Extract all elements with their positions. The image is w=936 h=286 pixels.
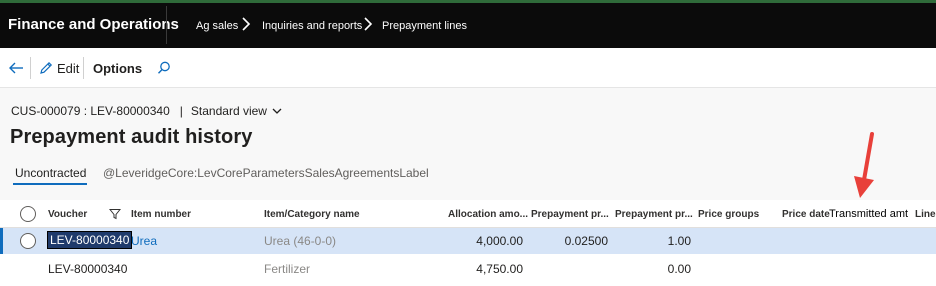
breadcrumb-inquiries-and-reports[interactable]: Inquiries and reports — [262, 20, 362, 32]
app-title[interactable]: Finance and Operations — [8, 16, 179, 33]
edit-label: Edit — [57, 60, 80, 76]
caption-divider: | — [179, 104, 183, 118]
prepayment-price-1-cell: 0.02500 — [564, 234, 608, 248]
table-row[interactable]: LEV-80000340 Urea Urea (46-0-0) 4,000.00… — [0, 228, 936, 254]
column-header-voucher[interactable]: Voucher — [48, 209, 87, 220]
breadcrumb-ag-sales[interactable]: Ag sales — [196, 20, 238, 32]
voucher-value: LEV-80000340 — [46, 231, 133, 249]
prepayment-grid: Voucher Item number Item/Category name A… — [0, 200, 936, 286]
allocation-amount-cell: 4,000.00 — [476, 234, 523, 248]
item-name-cell: Urea (46-0-0) — [264, 234, 337, 248]
chevron-right-icon — [242, 17, 251, 31]
column-header-item-number[interactable]: Item number — [131, 209, 191, 220]
column-header-item-name[interactable]: Item/Category name — [264, 209, 360, 220]
column-header-prepayment-price-2[interactable]: Prepayment pr... — [615, 209, 693, 220]
action-separator — [30, 57, 31, 79]
table-row[interactable]: LEV-80000340 Fertilizer 4,750.00 0.00 — [0, 256, 936, 282]
topbar-divider — [166, 6, 167, 44]
back-arrow-icon — [9, 62, 23, 74]
column-header-prepayment-price-1[interactable]: Prepayment pr... — [531, 209, 609, 220]
tab-uncontracted[interactable]: Uncontracted — [15, 166, 86, 180]
filter-icon[interactable] — [109, 208, 121, 220]
record-caption-row: CUS-000079 : LEV-80000340 | Standard vie… — [11, 104, 283, 118]
action-separator — [83, 57, 84, 79]
item-name-cell: Fertilizer — [264, 262, 311, 276]
column-header-price-groups[interactable]: Price groups — [698, 209, 759, 220]
breadcrumb-prepayment-lines[interactable]: Prepayment lines — [382, 20, 467, 32]
item-number-link[interactable]: Urea — [131, 234, 157, 248]
prepayment-price-2-cell: 1.00 — [667, 234, 691, 248]
annotation-arrow-icon — [854, 132, 874, 198]
column-header-allocation-amount[interactable]: Allocation amo... — [448, 209, 528, 220]
voucher-cell[interactable]: LEV-80000340 — [48, 262, 127, 276]
options-button[interactable]: Options — [93, 59, 142, 77]
top-navigation-bar: Finance and Operations Ag sales Inquirie… — [0, 0, 936, 48]
edit-button[interactable]: Edit — [38, 59, 79, 77]
select-all-radio[interactable] — [20, 206, 36, 222]
action-bar: Edit Options — [0, 48, 936, 88]
active-tab-indicator — [13, 183, 87, 185]
pencil-icon — [40, 61, 53, 74]
voucher-cell[interactable]: LEV-80000340 — [46, 231, 133, 249]
record-caption: CUS-000079 : LEV-80000340 — [11, 104, 170, 118]
view-selector-label: Standard view — [190, 104, 267, 118]
tab-sales-agreements[interactable]: @LeveridgeCore:LevCoreParametersSalesAgr… — [103, 166, 429, 180]
search-icon — [157, 61, 170, 74]
allocation-amount-cell: 4,750.00 — [476, 262, 523, 276]
row-select-radio[interactable] — [20, 233, 36, 249]
chevron-right-icon — [364, 17, 373, 31]
column-header-price-date[interactable]: Price date — [782, 209, 830, 220]
back-button[interactable] — [8, 59, 24, 77]
page-title: Prepayment audit history — [10, 126, 253, 148]
column-header-line[interactable]: Line — [915, 209, 936, 220]
prepayment-price-2-cell: 0.00 — [667, 262, 691, 276]
view-selector[interactable]: Standard view — [191, 104, 283, 118]
grid-header: Voucher Item number Item/Category name A… — [0, 200, 936, 228]
chevron-down-icon — [272, 108, 282, 114]
column-header-transmitted-amt[interactable]: Transmitted amt — [829, 208, 908, 220]
search-button[interactable] — [156, 59, 172, 77]
